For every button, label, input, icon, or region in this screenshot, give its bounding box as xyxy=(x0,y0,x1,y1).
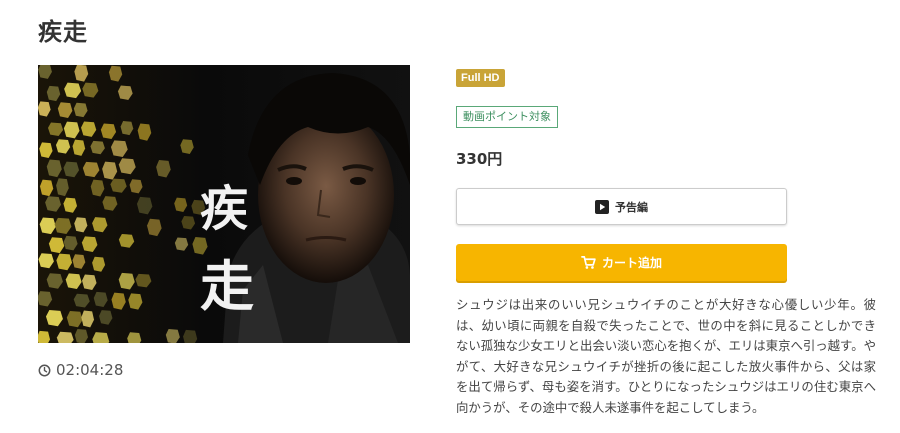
cart-icon xyxy=(581,256,596,269)
poster-art: 疾 走 xyxy=(38,65,410,343)
play-icon xyxy=(595,199,609,214)
clock-icon xyxy=(38,364,51,376)
synopsis: シュウジは出来のいい兄シュウイチのことが大好きな心優しい少年。彼は、幼い頃に両親… xyxy=(456,297,876,415)
stained-glass-tile xyxy=(127,332,142,343)
stained-glass-tile xyxy=(183,329,198,343)
stained-glass-tile xyxy=(56,331,74,343)
product-page: 疾走 疾 走 02:04:28 Full HD 動画ポイント対象 330円 予告… xyxy=(0,0,900,433)
duration: 02:04:28 xyxy=(38,361,123,379)
poster-image[interactable]: 疾 走 xyxy=(38,65,410,343)
poster-title-char-2: 走 xyxy=(200,254,254,318)
full-hd-badge: Full HD xyxy=(456,69,505,87)
page-title: 疾走 xyxy=(38,18,88,46)
price: 330円 xyxy=(456,150,503,168)
add-to-cart-label: カート追加 xyxy=(601,256,662,270)
trailer-button-label: 予告編 xyxy=(615,200,648,214)
video-points-badge: 動画ポイント対象 xyxy=(456,106,558,128)
trailer-button[interactable]: 予告編 xyxy=(456,188,787,225)
add-to-cart-button[interactable]: カート追加 xyxy=(456,244,787,281)
duration-text: 02:04:28 xyxy=(56,361,124,379)
poster-title-char-1: 疾 xyxy=(200,181,248,237)
stained-glass-tile xyxy=(38,330,51,343)
